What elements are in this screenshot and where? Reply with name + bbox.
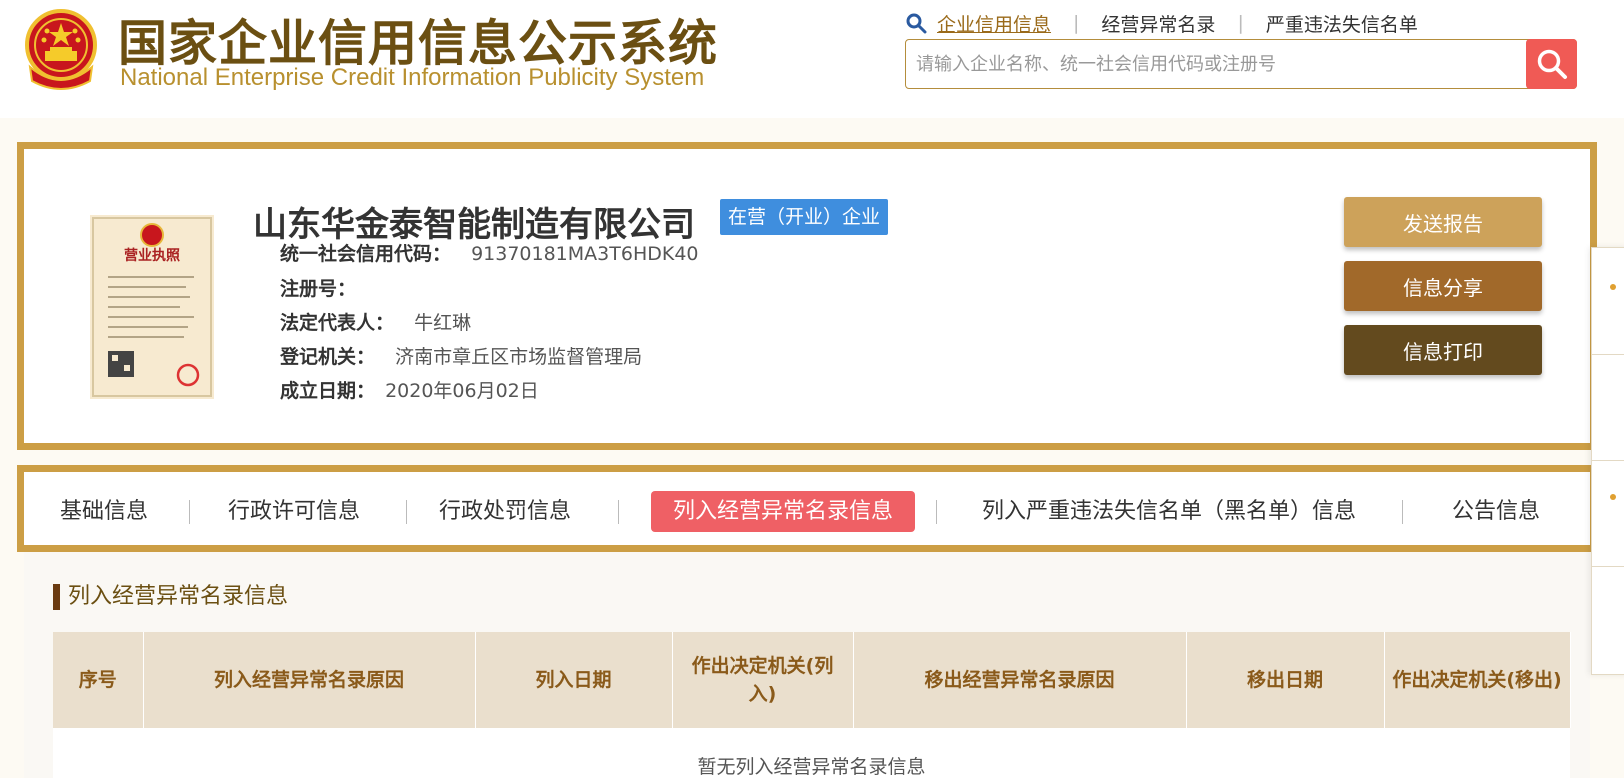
print-info-button[interactable]: 信息打印: [1344, 325, 1542, 375]
col-list-date: 列入日期: [475, 632, 673, 728]
top-nav: 企业信用信息 | 经营异常名录 | 严重违法失信名单: [905, 10, 1418, 36]
status-badge: 在营（开业）企业: [720, 199, 889, 235]
panel-indicator-icon: [1610, 494, 1616, 500]
col-remove-authority: 作出决定机关(移出): [1384, 632, 1571, 728]
tab-announcement[interactable]: 公告信息: [1452, 491, 1540, 532]
info-label: 登记机关：: [280, 346, 376, 368]
tab-divider: [1402, 500, 1403, 524]
send-report-button[interactable]: 发送报告: [1344, 197, 1542, 247]
info-value: 2020年06月02日: [385, 380, 539, 402]
panel-divider: [1592, 460, 1624, 461]
info-credit-code: 统一社会信用代码： 91370181MA3T6HDK40: [280, 239, 699, 266]
info-founded: 成立日期： 2020年06月02日: [280, 376, 539, 403]
col-index: 序号: [53, 632, 144, 728]
panel-divider: [1592, 566, 1624, 567]
abnormal-list-table: 序号 列入经营异常名录原因 列入日期 作出决定机关(列入) 移出经营异常名录原因…: [53, 632, 1571, 778]
table-row: 暂无列入经营异常名录信息: [53, 728, 1570, 778]
section-title: 列入经营异常名录信息: [53, 584, 288, 610]
info-authority: 登记机关： 济南市章丘区市场监督管理局: [280, 342, 642, 369]
tab-bar: 基础信息 行政许可信息 行政处罚信息 列入经营异常名录信息 列入严重违法失信名单…: [17, 465, 1597, 552]
empty-table-message: 暂无列入经营异常名录信息: [53, 728, 1570, 778]
info-label: 成立日期：: [280, 380, 376, 402]
col-list-reason: 列入经营异常名录原因: [143, 632, 476, 728]
floating-side-panel[interactable]: [1591, 247, 1624, 675]
tab-blacklist[interactable]: 列入严重违法失信名单（黑名单）信息: [982, 491, 1356, 532]
site-header: 国家企业信用信息公示系统 National Enterprise Credit …: [0, 0, 1624, 118]
info-label: 法定代表人：: [280, 312, 395, 334]
panel-indicator-icon: [1610, 284, 1616, 290]
nav-separator: |: [1073, 12, 1080, 34]
tab-abnormal-list[interactable]: 列入经营异常名录信息: [651, 491, 916, 532]
search-input[interactable]: [916, 40, 1516, 88]
table-header-row: 序号 列入经营异常名录原因 列入日期 作出决定机关(列入) 移出经营异常名录原因…: [53, 632, 1571, 728]
tab-admin-license[interactable]: 行政许可信息: [228, 491, 360, 532]
search-button[interactable]: [1526, 39, 1577, 89]
company-card: 营业执照 山东华金泰智能制造有限公司 在营（开业）企业 统一社会信用代码： 91…: [17, 142, 1597, 450]
site-title-en: National Enterprise Credit Information P…: [120, 64, 705, 91]
tab-admin-penalty[interactable]: 行政处罚信息: [439, 491, 571, 532]
tab-basic-info[interactable]: 基础信息: [60, 491, 148, 532]
info-value: 牛红琳: [414, 312, 472, 334]
abnormal-list-section: 列入经营异常名录信息 序号 列入经营异常名录原因 列入日期 作出决定机关(列入)…: [24, 552, 1590, 778]
nav-abnormal-list[interactable]: 经营异常名录: [1101, 10, 1215, 37]
col-list-authority: 作出决定机关(列入): [672, 632, 854, 728]
national-emblem-icon: [25, 9, 97, 90]
business-license-image[interactable]: 营业执照: [90, 215, 214, 399]
info-legal-rep: 法定代表人： 牛红琳: [280, 308, 471, 335]
info-value: 91370181MA3T6HDK40: [471, 243, 699, 265]
share-info-button[interactable]: 信息分享: [1344, 261, 1542, 311]
search-box: [905, 39, 1577, 89]
col-remove-date: 移出日期: [1186, 632, 1385, 728]
search-magnifier-icon: [906, 13, 927, 34]
tab-divider: [618, 500, 619, 524]
info-label: 统一社会信用代码：: [280, 243, 452, 265]
license-title: 营业执照: [124, 247, 180, 264]
col-remove-reason: 移出经营异常名录原因: [853, 632, 1187, 728]
info-value: 济南市章丘区市场监督管理局: [395, 346, 643, 368]
search-icon: [1537, 49, 1567, 79]
info-label: 注册号：: [280, 278, 357, 300]
panel-divider: [1592, 354, 1624, 355]
nav-enterprise-credit[interactable]: 企业信用信息: [937, 10, 1051, 37]
tab-divider: [406, 500, 407, 524]
nav-blacklist[interactable]: 严重违法失信名单: [1266, 10, 1418, 37]
nav-separator: |: [1237, 12, 1244, 34]
tab-divider: [936, 500, 937, 524]
tab-divider: [189, 500, 190, 524]
info-reg-number: 注册号：: [280, 274, 356, 301]
